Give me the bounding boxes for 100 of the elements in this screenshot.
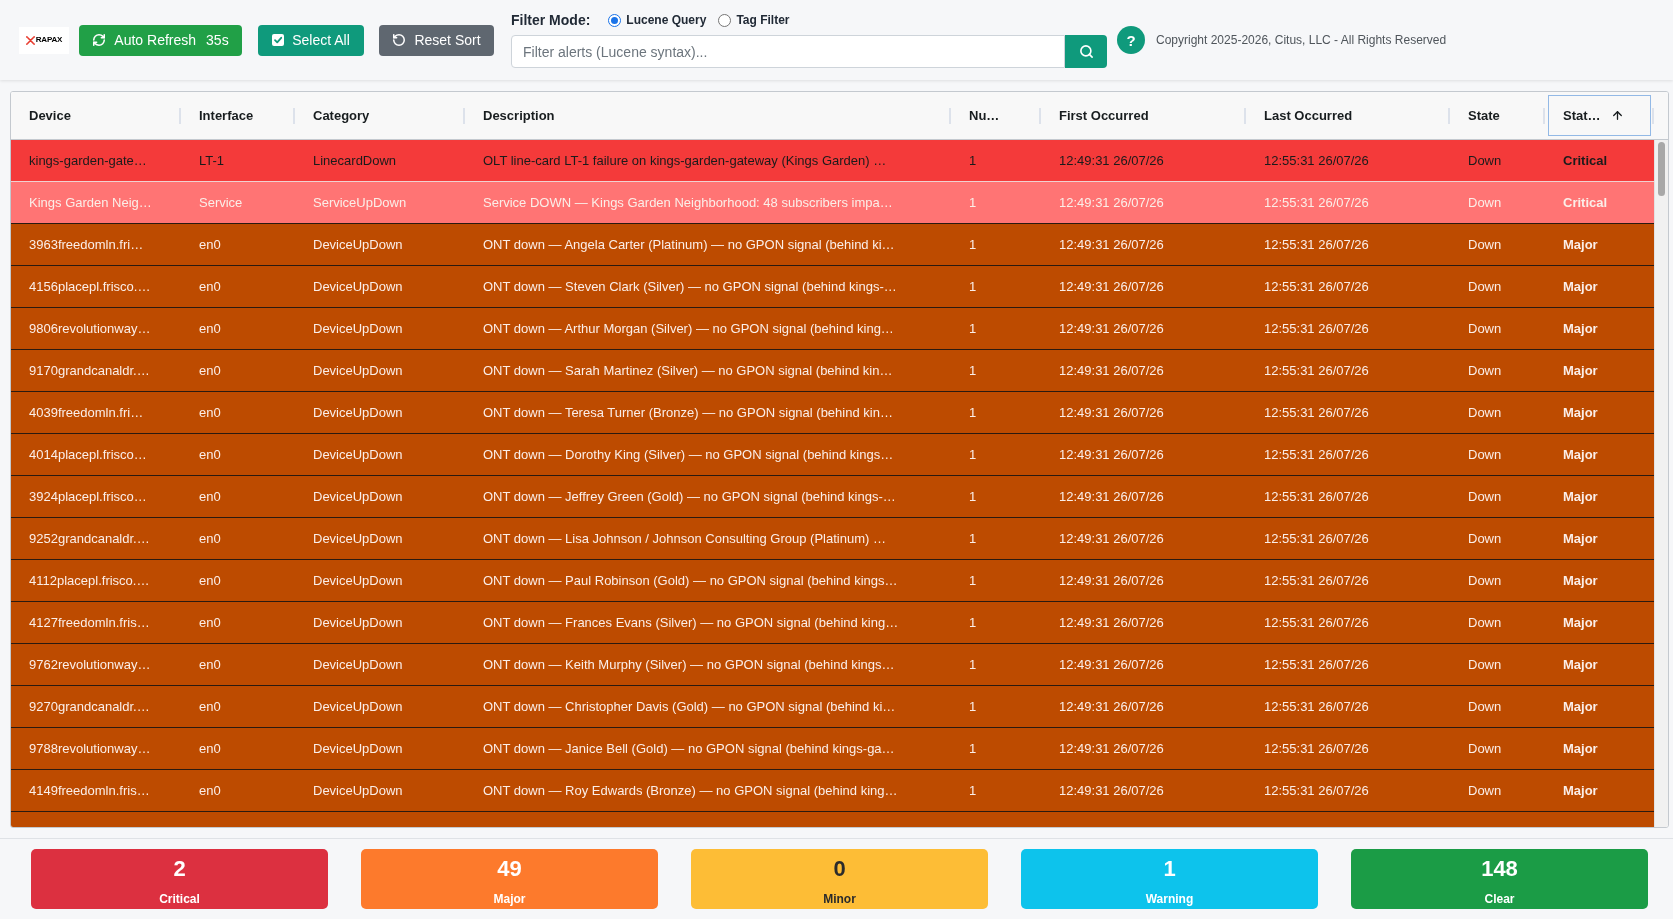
interface-cell-text: Service xyxy=(198,193,244,212)
table-row[interactable]: 4014placepl.frisco… en0 DeviceUpDown ONT down — Dorothy King (Silver) — no GPON signal (behind kings… 1 12:49:31 26/07/26 12:55:31 26/07/26 Down Major xyxy=(11,434,1654,476)
checkbox-icon xyxy=(272,34,285,46)
severity-summary-card[interactable]: 2 Critical xyxy=(31,849,328,909)
radio-button[interactable] xyxy=(718,13,732,27)
help-button[interactable]: ? xyxy=(1117,26,1145,54)
table-row[interactable]: 9806revolutionway… en0 DeviceUpDown ONT down — Arthur Morgan (Silver) — no GPON signal (behind king… 1 12:49:31 26/07/26 12:55:31 26/07/26 Down Major xyxy=(11,308,1654,350)
table-row[interactable]: 4127freedomln.fris… en0 DeviceUpDown ONT down — Frances Evans (Silver) — no GPON signal (behind king… 1 12:49:31 26/07/26 12:55:31 26/07/26 Down Major xyxy=(11,602,1654,644)
count-cell-text: 1 xyxy=(968,319,978,338)
interface-cell-text: en0 xyxy=(198,403,222,422)
last-occurred-cell-text: 12:55:31 26/07/26 xyxy=(1263,445,1370,464)
table-row[interactable]: 9252grandcanaldr.… en0 DeviceUpDown ONT down — Lisa Johnson / Johnson Consulting Group (Platinum) … 1 12:49:31 26/07/26 12:55:31 26/07/26 Down Major xyxy=(11,518,1654,560)
table-row[interactable]: 4112placepl.frisco.… en0 DeviceUpDown ONT down — Paul Robinson (Gold) — no GPON signal (behind kings… 1 12:49:31 26/07/26 12:55:31 26/07/26 Down Major xyxy=(11,560,1654,602)
state-cell-text: Down xyxy=(1467,781,1503,800)
column-header[interactable]: Interface xyxy=(181,92,295,139)
table-row[interactable]: 9788revolutionway… en0 DeviceUpDown ONT down — Janice Bell (Gold) — no GPON signal (behind kings-ga… 1 12:49:31 26/07/26 12:55:31 26/07/26 Down Major xyxy=(11,728,1654,770)
table-row[interactable]: 4149freedomln.fris… en0 DeviceUpDown ONT down — Roy Edwards (Bronze) — no GPON signal (behind king… 1 12:49:31 26/07/26 12:55:31 26/07/26 Down Major xyxy=(11,770,1654,812)
state-cell-text: Down xyxy=(1467,361,1503,380)
interface-cell-text: en0 xyxy=(198,697,222,716)
last-occurred-cell-text: 12:55:31 26/07/26 xyxy=(1263,403,1370,422)
column-header[interactable]: Description xyxy=(465,92,951,139)
description-cell-text: ONT down — Lisa Johnson / Johnson Consulting Group (Platinum) … xyxy=(482,529,887,548)
state-cell-text: Down xyxy=(1467,571,1503,590)
status-cell-text: Major xyxy=(1562,739,1599,758)
state-cell-text: Down xyxy=(1467,487,1503,506)
severity-summary-card[interactable]: 0 Minor xyxy=(691,849,988,909)
description-cell-text: ONT down — Christopher Davis (Gold) — no GPON signal (behind ki… xyxy=(482,697,897,716)
last-occurred-cell-text: 12:55:31 26/07/26 xyxy=(1263,739,1370,758)
table-row[interactable]: Kings Garden Neig… Service ServiceUpDown Service DOWN — Kings Garden Neighborhood: 48 subscribers impa… 1 12:49:31 26/07/26 12:55:31 26/07/26 Down Critical xyxy=(11,182,1654,224)
filter-input[interactable]: Filter alerts (Lucene syntax)... xyxy=(511,35,1065,68)
radio-label[interactable]: Tag Filter xyxy=(736,11,790,29)
first-occurred-cell-text: 12:49:31 26/07/26 xyxy=(1058,655,1165,674)
severity-summary-card[interactable]: 148 Clear xyxy=(1351,849,1648,909)
first-occurred-cell-text: 12:49:31 26/07/26 xyxy=(1058,403,1165,422)
last-occurred-cell-text: 12:55:31 26/07/26 xyxy=(1263,487,1370,506)
description-cell-text: ONT down — Roy Edwards (Bronze) — no GPON signal (behind king… xyxy=(482,781,899,800)
count-cell-text: 1 xyxy=(968,739,978,758)
category-cell-text: DeviceUpDown xyxy=(312,529,404,548)
status-cell-text: Major xyxy=(1562,697,1599,716)
column-header[interactable]: Category xyxy=(295,92,465,139)
count-cell-text: 1 xyxy=(968,697,978,716)
count-cell-text: 1 xyxy=(968,193,978,212)
device-cell-text: 3963freedomln.fri… xyxy=(28,235,145,254)
cross-mark-icon xyxy=(25,35,35,45)
category-cell-text: DeviceUpDown xyxy=(312,445,404,464)
state-cell-text: Down xyxy=(1467,319,1503,338)
table-row[interactable]: 9762revolutionway… en0 DeviceUpDown ONT down — Keith Murphy (Silver) — no GPON signal (behind kings… 1 12:49:31 26/07/26 12:55:31 26/07/26 Down Major xyxy=(11,644,1654,686)
status-cell-text: Major xyxy=(1562,781,1599,800)
category-cell-text: ServiceUpDown xyxy=(312,193,408,212)
auto-refresh-button[interactable]: Auto Refresh 35s xyxy=(79,24,242,56)
last-occurred-cell-text: 12:55:31 26/07/26 xyxy=(1263,361,1370,380)
table-row[interactable]: 9170grandcanaldr.… en0 DeviceUpDown ONT down — Sarah Martinez (Silver) — no GPON signal (behind kin… 1 12:49:31 26/07/26 12:55:31 26/07/26 Down Major xyxy=(11,350,1654,392)
first-occurred-cell-text: 12:49:31 26/07/26 xyxy=(1058,739,1165,758)
column-header[interactable]: Nu… xyxy=(951,92,1041,139)
select-all-button[interactable]: Select All xyxy=(258,24,364,56)
device-cell-text: 4127freedomln.fris… xyxy=(28,613,151,632)
radio-button[interactable] xyxy=(608,13,622,27)
device-cell-text: 9170grandcanaldr.… xyxy=(28,361,151,380)
last-occurred-cell-text: 12:55:31 26/07/26 xyxy=(1263,277,1370,296)
table-row[interactable]: 4039freedomln.fri… en0 DeviceUpDown ONT down — Teresa Turner (Bronze) — no GPON signal (behind kin… 1 12:49:31 26/07/26 12:55:31 26/07/26 Down Major xyxy=(11,392,1654,434)
state-cell-text: Down xyxy=(1467,151,1503,170)
table-row[interactable]: 3924placepl.frisco… en0 DeviceUpDown ONT down — Jeffrey Green (Gold) — no GPON signal (behind kings-… 1 12:49:31 26/07/26 12:55:31 26/07/26 Down Major xyxy=(11,476,1654,518)
reset-sort-button[interactable]: Reset Sort xyxy=(379,24,494,56)
description-cell-text: ONT down — Frances Evans (Silver) — no GPON signal (behind king… xyxy=(482,613,900,632)
status-cell-text: Major xyxy=(1562,529,1599,548)
table-row[interactable]: 9270grandcanaldr.… en0 DeviceUpDown ONT down — Christopher Davis (Gold) — no GPON signal (behind ki… 1 12:49:31 26/07/26 12:55:31 26/07/26 Down Major xyxy=(11,686,1654,728)
interface-cell-text: en0 xyxy=(198,235,222,254)
severity-count: 0 xyxy=(833,856,846,882)
column-header[interactable]: Last Occurred xyxy=(1246,92,1450,139)
search-icon xyxy=(1078,44,1094,59)
radio-label[interactable]: Lucene Query xyxy=(626,11,707,29)
status-cell-text: Major xyxy=(1562,571,1599,590)
state-cell-text: Down xyxy=(1467,403,1503,422)
table-row[interactable]: 3963freedomln.fri… en0 DeviceUpDown ONT down — Angela Carter (Platinum) — no GPON signal (behind ki… 1 12:49:31 26/07/26 12:55:31 26/07/26 Down Major xyxy=(11,224,1654,266)
column-header[interactable]: State xyxy=(1450,92,1545,139)
column-header[interactable]: Device xyxy=(11,92,181,139)
status-cell-text: Major xyxy=(1562,613,1599,632)
first-occurred-cell-text: 12:49:31 26/07/26 xyxy=(1058,487,1165,506)
column-header[interactable]: Stat… xyxy=(1545,92,1654,139)
count-cell-text: 1 xyxy=(968,151,978,170)
category-cell-text: DeviceUpDown xyxy=(312,403,404,422)
table-row[interactable]: 4156placepl.frisco.… en0 DeviceUpDown ONT down — Steven Clark (Silver) — no GPON signal (behind kings-… 1 12:49:31 26/07/26 12:55:31 26/07/26 Down Major xyxy=(11,266,1654,308)
description-cell-text: OLT line-card LT-1 failure on kings-garden-gateway (Kings Garden) … xyxy=(482,151,888,170)
first-occurred-cell-text: 12:49:31 26/07/26 xyxy=(1058,529,1165,548)
category-cell-text: DeviceUpDown xyxy=(312,487,404,506)
table-row[interactable]: kings-garden-gate… LT-1 LinecardDown OLT line-card LT-1 failure on kings-garden-gateway (Kings Garden) … 1 12:49:31 26/07/26 12:55:31 26/07/26 Down Critical xyxy=(11,140,1654,182)
state-cell-text: Down xyxy=(1467,193,1503,212)
search-button[interactable] xyxy=(1065,35,1107,68)
status-cell-text: Critical xyxy=(1562,151,1609,170)
first-occurred-cell-text: 12:49:31 26/07/26 xyxy=(1058,445,1165,464)
severity-summary-card[interactable]: 49 Major xyxy=(361,849,658,909)
device-cell-text: 4112placepl.frisco.… xyxy=(28,571,151,590)
state-cell-text: Down xyxy=(1467,739,1503,758)
copyright-text: Copyright 2025-2026, Citus, LLC - All Rights Reserved xyxy=(1156,32,1447,49)
description-cell-text: ONT down — Jeffrey Green (Gold) — no GPON signal (behind kings-… xyxy=(482,487,897,506)
category-cell-text: DeviceUpDown xyxy=(312,739,404,758)
category-cell-text: DeviceUpDown xyxy=(312,235,404,254)
column-header[interactable]: First Occurred xyxy=(1041,92,1246,139)
first-occurred-cell-text: 12:49:31 26/07/26 xyxy=(1058,781,1165,800)
description-cell-text: ONT down — Teresa Turner (Bronze) — no GPON signal (behind kin… xyxy=(482,403,894,422)
